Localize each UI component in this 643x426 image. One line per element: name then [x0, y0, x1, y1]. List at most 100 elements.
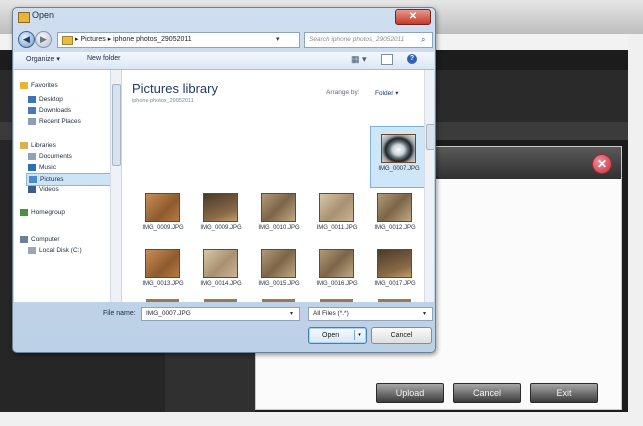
nav-item-label: Libraries [31, 142, 56, 149]
nav-item-icon [28, 95, 36, 103]
address-dropdown-icon[interactable]: ▾ [276, 33, 280, 47]
file-list-scrollbar-thumb[interactable] [426, 124, 434, 150]
file-item[interactable]: IMG_0017.JPG [367, 242, 423, 302]
help-icon[interactable]: ? [407, 54, 417, 64]
forward-button[interactable]: ▶ [35, 31, 52, 48]
search-placeholder: Search iphone photos_29052011 [309, 36, 405, 43]
open-file-dialog: Open ✕ ◀ ▶ ▸ Pictures ▸ iphone photos_29… [12, 7, 436, 353]
nav-scrollbar[interactable] [110, 70, 121, 302]
new-folder-button[interactable]: New folder [87, 55, 120, 62]
nav-item-desktop[interactable]: Desktop [26, 94, 121, 105]
file-name: IMG_0007.JPG [378, 166, 420, 172]
file-thumbnail [204, 250, 237, 277]
file-item[interactable]: IMG_0014.JPG [193, 242, 249, 302]
back-button[interactable]: ◀ [18, 31, 35, 48]
search-icon[interactable]: ⌕ [421, 33, 425, 47]
nav-item-label: Music [39, 164, 56, 171]
file-name: IMG_0014.JPG [200, 281, 242, 287]
file-item[interactable]: IMG_0009.JPG [193, 186, 249, 246]
navigation-pane: Favorites Desktop Downloads Recent Places Li… [14, 70, 122, 302]
file-item[interactable]: IMG_0013.JPG [135, 242, 191, 302]
file-item[interactable]: IMG_0016.JPG [309, 242, 365, 302]
file-name: IMG_0015.JPG [258, 281, 300, 287]
nav-item-libraries[interactable]: Libraries [18, 140, 115, 151]
file-thumbnail [204, 194, 237, 221]
nav-item-favorites[interactable]: Favorites [18, 80, 115, 91]
library-subtitle: iphone photos_29052011 [132, 98, 194, 104]
file-thumbnail [146, 194, 179, 221]
nav-item-icon [20, 141, 28, 149]
file-name: IMG_0010.JPG [258, 225, 300, 231]
file-name-label: File name: [103, 310, 136, 317]
library-title: Pictures library [132, 81, 218, 96]
file-type-value[interactable]: All Files (*.*) [313, 308, 349, 320]
nav-item-icon [28, 106, 36, 114]
file-list-scrollbar[interactable] [424, 70, 434, 302]
close-button[interactable]: ✕ [395, 9, 431, 25]
arrange-by-dropdown[interactable]: Folder ▾ [375, 89, 399, 97]
nav-item-icon [20, 81, 28, 89]
cancel-upload-button[interactable]: Cancel [453, 383, 521, 403]
nav-item-label: Desktop [39, 96, 63, 103]
nav-item-local-disk-c[interactable]: Local Disk (C:) [26, 245, 121, 256]
nav-item-music[interactable]: Music [26, 162, 121, 173]
nav-item-videos[interactable]: Videos [26, 184, 121, 195]
file-name: IMG_0017.JPG [374, 281, 416, 287]
file-name: IMG_0011.JPG [316, 225, 358, 231]
nav-item-label: Pictures [40, 176, 64, 183]
file-item[interactable]: IMG_0010.JPG [251, 186, 307, 246]
file-thumbnail [320, 194, 353, 221]
views-icon[interactable]: ▦ ▾ [351, 54, 367, 65]
file-item[interactable]: IMG_0011.JPG [309, 186, 365, 246]
address-path[interactable]: ▸ Pictures ▸ iphone photos_29052011 [75, 33, 192, 47]
nav-item-homegroup[interactable]: Homegroup [18, 207, 115, 218]
address-bar[interactable]: ▸ Pictures ▸ iphone photos_29052011 ▾ ↻ [57, 32, 329, 48]
nav-item-computer[interactable]: Computer [18, 234, 115, 245]
folder-icon [62, 36, 73, 45]
nav-item-icon [28, 117, 36, 125]
background-bottom-strip [0, 412, 643, 426]
preview-pane-icon[interactable] [381, 54, 393, 65]
file-name-value[interactable]: IMG_0007.JPG [146, 308, 191, 320]
open-options-chevron-icon[interactable]: ▾ [354, 330, 364, 340]
file-thumbnail-partial [378, 299, 411, 302]
file-type-select[interactable]: All Files (*.*) ▾ [308, 307, 433, 321]
search-input[interactable]: Search iphone photos_29052011 ⌕ [304, 32, 433, 48]
open-button-label[interactable]: Open [322, 328, 339, 343]
file-name-input[interactable]: IMG_0007.JPG ▾ [141, 307, 300, 321]
nav-item-downloads[interactable]: Downloads [26, 105, 121, 116]
file-thumbnail-partial [204, 299, 237, 302]
nav-item-recent-places[interactable]: Recent Places [26, 116, 121, 127]
nav-item-icon [28, 185, 36, 193]
arrange-by-label: Arrange by: [326, 89, 360, 96]
chevron-down-icon[interactable]: ▾ [290, 308, 293, 320]
file-thumbnail [262, 250, 295, 277]
nav-scrollbar-thumb[interactable] [112, 84, 121, 166]
open-button[interactable]: Open ▾ [308, 327, 367, 344]
dialog-toolbar: Organize ▾ New folder ▦ ▾ ? [14, 52, 434, 70]
cancel-button[interactable]: Cancel [371, 327, 432, 344]
nav-item-icon [28, 163, 36, 171]
file-thumbnail [320, 250, 353, 277]
file-thumbnail-partial [320, 299, 353, 302]
file-name: IMG_0013.JPG [142, 281, 184, 287]
file-item[interactable]: IMG_0012.JPG [367, 186, 423, 246]
file-thumbnail [378, 250, 411, 277]
file-item[interactable]: IMG_0007.JPG [370, 126, 428, 188]
upload-button[interactable]: Upload [376, 383, 444, 403]
close-icon[interactable]: ✕ [593, 155, 611, 173]
file-list-pane: Pictures library iphone photos_29052011 … [122, 70, 434, 302]
nav-item-icon [20, 235, 28, 243]
organize-button[interactable]: Organize ▾ [26, 55, 60, 63]
background-right-edge [628, 34, 643, 426]
file-name: IMG_0009.JPG [200, 225, 242, 231]
file-thumbnail [378, 194, 411, 221]
exit-button[interactable]: Exit [530, 383, 598, 403]
nav-item-icon [20, 208, 28, 216]
nav-item-label: Homegroup [31, 209, 65, 216]
file-item[interactable]: IMG_0015.JPG [251, 242, 307, 302]
file-item[interactable]: IMG_0009.JPG [135, 186, 191, 246]
nav-item-documents[interactable]: Documents [26, 151, 121, 162]
file-name: IMG_0012.JPG [374, 225, 416, 231]
chevron-down-icon[interactable]: ▾ [423, 308, 426, 320]
